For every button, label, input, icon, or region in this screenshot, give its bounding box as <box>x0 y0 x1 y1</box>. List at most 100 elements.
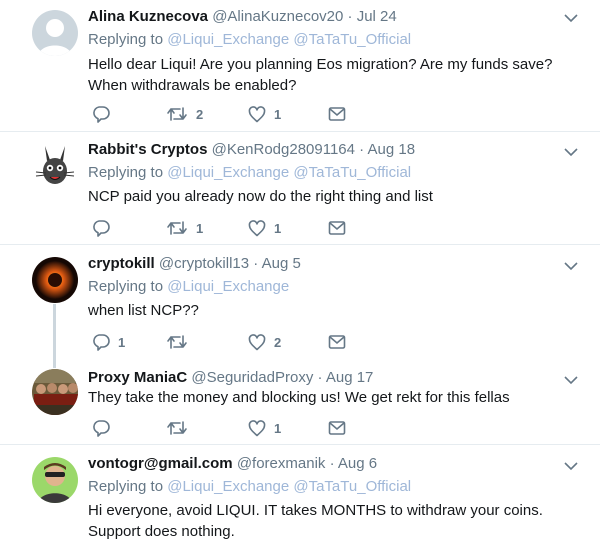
tweet-date[interactable]: Aug 5 <box>262 255 301 272</box>
chevron-down-icon[interactable] <box>563 458 579 474</box>
chevron-down-icon[interactable] <box>563 144 579 160</box>
tweet-actions: 1 1 <box>88 218 488 238</box>
chevron-down-icon[interactable] <box>563 258 579 274</box>
chevron-down-icon[interactable] <box>563 372 579 388</box>
retweet-icon <box>167 107 187 121</box>
envelope-icon <box>328 221 346 235</box>
default-avatar-icon[interactable] <box>32 10 78 56</box>
reply-icon <box>93 420 110 437</box>
tweet-header: vontogr@gmail.com @forexmanik · Aug 6 <box>88 454 377 474</box>
tweet-header: Rabbit's Cryptos @KenRodg28091164 · Aug … <box>88 140 415 160</box>
envelope-icon <box>328 335 346 349</box>
retweet-count: 1 <box>196 220 204 236</box>
direct-message-button[interactable] <box>328 332 346 352</box>
reply-button[interactable] <box>92 104 118 124</box>
tweet-date[interactable]: Jul 24 <box>357 8 397 25</box>
replying-to-label: Replying to <box>88 164 164 181</box>
tweet-date[interactable]: Aug 17 <box>326 369 374 386</box>
heart-icon <box>248 333 266 350</box>
retweet-icon <box>167 335 187 349</box>
retweet-button[interactable]: 2 <box>166 104 203 124</box>
replying-to: Replying to @Liqui_Exchange <box>88 277 289 297</box>
author-handle[interactable]: @forexmanik <box>237 455 326 472</box>
retweet-count: 2 <box>196 106 204 122</box>
reply-count: 1 <box>118 334 126 350</box>
tweet-3[interactable]: cryptokill @cryptokill13 · Aug 5 Replyin… <box>0 245 600 357</box>
envelope-icon <box>328 107 346 121</box>
reply-mentions[interactable]: @Liqui_Exchange @TaTaTu_Official <box>167 164 411 181</box>
like-button[interactable]: 2 <box>248 332 281 352</box>
rabbit-avatar-icon[interactable] <box>32 144 78 190</box>
like-count: 1 <box>274 420 282 436</box>
tweet-text: when list NCP?? <box>88 302 199 319</box>
replying-to: Replying to @Liqui_Exchange @TaTaTu_Offi… <box>88 477 411 497</box>
retweet-icon <box>167 421 187 435</box>
separator-dot: · <box>253 255 259 272</box>
reply-icon <box>93 334 110 351</box>
tweet-header: Proxy ManiaC @SeguridadProxy · Aug 17 <box>88 368 373 388</box>
reply-button[interactable] <box>92 418 118 438</box>
tweet-2[interactable]: Rabbit's Cryptos @KenRodg28091164 · Aug … <box>0 132 600 244</box>
tweet-date[interactable]: Aug 6 <box>338 455 377 472</box>
tweet-actions: 2 1 <box>88 104 488 124</box>
author-handle[interactable]: @KenRodg28091164 <box>212 141 355 158</box>
replying-to-label: Replying to <box>88 31 164 48</box>
person-sunglasses-avatar-icon[interactable] <box>32 457 78 503</box>
tweet-text: NCP paid you already now do the right th… <box>88 188 433 205</box>
like-count: 1 <box>274 106 282 122</box>
separator-dot: · <box>347 8 353 25</box>
tweet-5[interactable]: vontogr@gmail.com @forexmanik · Aug 6 Re… <box>0 445 600 550</box>
replying-to: Replying to @Liqui_Exchange @TaTaTu_Offi… <box>88 163 411 183</box>
heart-icon <box>248 219 266 236</box>
reply-icon <box>93 106 110 123</box>
author-handle[interactable]: @SeguridadProxy <box>191 369 313 386</box>
fire-avatar-icon[interactable] <box>32 257 78 303</box>
tweet-text: They take the money and blocking us! We … <box>88 389 510 406</box>
replying-to: Replying to @Liqui_Exchange @TaTaTu_Offi… <box>88 30 411 50</box>
tweet-header: cryptokill @cryptokill13 · Aug 5 <box>88 254 301 274</box>
like-button[interactable]: 1 <box>248 104 281 124</box>
reply-button[interactable] <box>92 218 118 238</box>
reply-mentions[interactable]: @Liqui_Exchange <box>167 278 289 295</box>
heart-icon <box>248 419 266 436</box>
retweet-button[interactable]: 1 <box>166 218 203 238</box>
group-photo-avatar-icon[interactable] <box>32 369 78 415</box>
like-count: 1 <box>274 220 282 236</box>
tweet-text: Hi everyone, avoid LIQUI. IT takes MONTH… <box>88 502 543 540</box>
envelope-icon <box>328 421 346 435</box>
heart-icon <box>248 105 266 122</box>
direct-message-button[interactable] <box>328 104 346 124</box>
tweet-1[interactable]: Alina Kuznecova @AlinaKuznecov20 · Jul 2… <box>0 0 600 130</box>
separator-dot: · <box>329 455 335 472</box>
author-name[interactable]: Rabbit's Cryptos <box>88 141 207 158</box>
author-name[interactable]: vontogr@gmail.com <box>88 455 233 472</box>
reply-icon <box>93 220 110 237</box>
direct-message-button[interactable] <box>328 418 346 438</box>
tweet-date[interactable]: Aug 18 <box>368 141 416 158</box>
replying-to-label: Replying to <box>88 278 164 295</box>
author-handle[interactable]: @AlinaKuznecov20 <box>212 8 343 25</box>
reply-button[interactable]: 1 <box>92 332 125 352</box>
retweet-icon <box>167 221 187 235</box>
chevron-down-icon[interactable] <box>563 10 579 26</box>
tweet-actions: 1 2 <box>88 332 488 352</box>
reply-mentions[interactable]: @Liqui_Exchange @TaTaTu_Official <box>167 31 411 48</box>
retweet-button[interactable] <box>166 332 196 352</box>
separator-dot: · <box>317 369 323 386</box>
author-name[interactable]: Alina Kuznecova <box>88 8 208 25</box>
tweet-header: Alina Kuznecova @AlinaKuznecov20 · Jul 2… <box>88 7 397 27</box>
author-handle[interactable]: @cryptokill13 <box>159 255 249 272</box>
replying-to-label: Replying to <box>88 478 164 495</box>
tweet-4[interactable]: Proxy ManiaC @SeguridadProxy · Aug 17 Th… <box>0 357 600 443</box>
author-name[interactable]: cryptokill <box>88 255 155 272</box>
separator-dot: · <box>359 141 365 158</box>
tweet-text: Hello dear Liqui! Are you planning Eos m… <box>88 56 553 94</box>
like-count: 2 <box>274 334 282 350</box>
like-button[interactable]: 1 <box>248 418 281 438</box>
retweet-button[interactable] <box>166 418 196 438</box>
tweet-actions: 1 <box>88 418 488 438</box>
direct-message-button[interactable] <box>328 218 346 238</box>
author-name[interactable]: Proxy ManiaC <box>88 369 187 386</box>
reply-mentions[interactable]: @Liqui_Exchange @TaTaTu_Official <box>167 478 411 495</box>
like-button[interactable]: 1 <box>248 218 281 238</box>
